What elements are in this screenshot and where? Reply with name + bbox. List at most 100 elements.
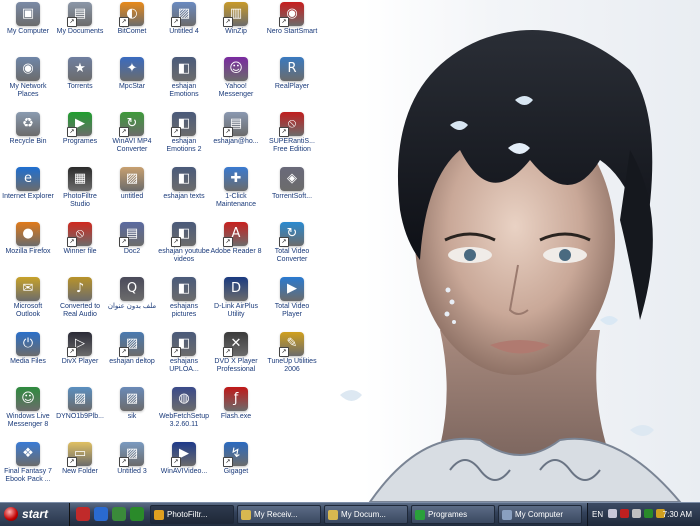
desktop-icon[interactable]: ▤ ↗ My Documents — [54, 2, 106, 36]
icon-glyph: ◧ — [177, 281, 191, 296]
excel-icon[interactable] — [130, 507, 144, 521]
desktop-icon[interactable]: ☺ Windows Live Messenger 8 — [2, 387, 54, 429]
maintenance-icon: ✚ — [224, 167, 248, 191]
shortcut-arrow-icon: ↗ — [67, 457, 77, 467]
desktop-icon-label: SUPERantiS... Free Edition — [269, 138, 315, 153]
messenger-tray-icon[interactable] — [644, 509, 653, 518]
taskbar-button[interactable]: My Computer — [498, 505, 582, 524]
desktop-icon[interactable]: ▤ ↗ Doc2 — [106, 222, 158, 256]
clock[interactable]: 7:30 AM — [663, 503, 692, 526]
language-indicator[interactable]: EN — [592, 503, 603, 526]
desktop-icon[interactable]: A ↗ Adobe Reader 8 — [210, 222, 262, 256]
shortcut-arrow-icon: ↗ — [119, 17, 129, 27]
desktop-icon[interactable]: ▨ sik — [106, 387, 158, 421]
desktop-icon[interactable]: ▨ ↗ Untitled 4 — [158, 2, 210, 36]
desktop-icon[interactable]: ƒ Flash.exe — [210, 387, 262, 421]
desktop-icon-label: WinAVIVideo... — [160, 468, 208, 475]
desktop-icon[interactable]: ◧ ↗ eshajan youtube videos — [158, 222, 210, 264]
volume-tray-icon[interactable] — [632, 509, 641, 518]
desktop-icon[interactable]: ◉ My Network Places — [2, 57, 54, 99]
desktop-icon[interactable]: ✚ 1-Click Maintenance — [210, 167, 262, 209]
icon-glyph: ▨ — [125, 171, 139, 186]
taskbar-button[interactable]: PhotoFiltr... — [150, 505, 234, 524]
desktop-icon-label: DivX Player — [61, 358, 99, 365]
desktop-icon[interactable]: ▷ ↗ DivX Player — [54, 332, 106, 366]
antivirus-tray-icon[interactable] — [620, 509, 629, 518]
system-tray: EN 7:30 AM — [587, 503, 700, 526]
desktop-icon[interactable]: ● Mozilla Firefox — [2, 222, 54, 256]
taskbar-button[interactable]: My Receiv... — [237, 505, 321, 524]
desktop-icon[interactable]: ◧ eshajan Emotions — [158, 57, 210, 99]
outlook-icon: ✉ — [16, 277, 40, 301]
desktop-icon[interactable]: ★ Torrents — [54, 57, 106, 91]
shortcut-arrow-icon: ↗ — [171, 127, 181, 137]
desktop-icon[interactable]: ✦ MpcStar — [106, 57, 158, 91]
desktop-icon[interactable]: ◉ ↗ Nero StartSmart — [266, 2, 318, 36]
icon-glyph: ▣ — [21, 6, 35, 21]
internet-explorer-icon[interactable] — [94, 507, 108, 521]
desktop-icon[interactable]: ▨ ↗ eshajan deltop — [106, 332, 158, 366]
file-icon: ▤ ↗ — [223, 112, 248, 137]
desktop-icon[interactable]: ⦸ ↗ SUPERantiS... Free Edition — [266, 112, 318, 154]
icon-glyph: ▦ — [73, 171, 87, 186]
desktop-icon[interactable]: ◐ ↗ BitComet — [106, 2, 158, 36]
desktop-icon[interactable]: ◈ TorrentSoft... — [266, 167, 318, 201]
desktop-icon[interactable]: Q ملف بدون عنوان — [106, 277, 158, 311]
desktop-icon[interactable]: ▶ Total Video Player — [266, 277, 318, 319]
desktop-icon[interactable]: ▥ ↗ WinZip — [210, 2, 262, 36]
desktop-icon[interactable]: ▶ ↗ WinAVIVideo... — [158, 442, 210, 476]
desktop-icon[interactable]: ◧ eshajan texts — [158, 167, 210, 201]
shortcut-arrow-icon: ↗ — [279, 237, 289, 247]
desktop-icon[interactable]: D D-Link AirPlus Utility — [210, 277, 262, 319]
folder-icon — [241, 510, 251, 520]
desktop-icon[interactable]: e Internet Explorer — [2, 167, 54, 201]
superantispyware-icon: ⦸ ↗ — [279, 112, 304, 137]
desktop-icon[interactable]: ⦸ ↗ Winner file — [54, 222, 106, 256]
desktop-icon[interactable]: ❖ Final Fantasy 7 Ebook Pack ... — [2, 442, 54, 484]
desktop-icon[interactable]: ✎ ↗ TuneUp Utilities 2006 — [266, 332, 318, 374]
folder-icon — [328, 510, 338, 520]
desktop-icon[interactable]: ▶ ↗ Programes — [54, 112, 106, 146]
desktop-icon-label: TorrentSoft... — [271, 193, 313, 200]
desktop-icon[interactable]: ▣ My Computer — [2, 2, 54, 36]
power-icon: ⏻ — [16, 332, 40, 356]
show-desktop-icon[interactable] — [112, 507, 126, 521]
desktop-icon-label: RealPlayer — [274, 83, 310, 90]
desktop-icon-label: MpcStar — [118, 83, 146, 90]
desktop-icon[interactable]: ◧ ↗ eshajans UPLOA... — [158, 332, 210, 374]
shortcut-arrow-icon: ↗ — [67, 127, 77, 137]
desktop-icon[interactable]: ✉ Microsoft Outlook — [2, 277, 54, 319]
taskbar: start PhotoFiltr... My Receiv... My Docum.… — [0, 502, 700, 526]
desktop[interactable]: ▣ My Computer ◉ My Network Places ♻ Recycle B… — [0, 0, 700, 502]
desktop-icon[interactable]: ☺ Yahoo! Messenger — [210, 57, 262, 99]
shortcut-arrow-icon: ↗ — [67, 237, 77, 247]
desktop-icon[interactable]: ♪ Converted to Real Audio — [54, 277, 106, 319]
desktop-icon[interactable]: ▦ PhotoFiltre Studio — [54, 167, 106, 209]
media-player-icon[interactable] — [76, 507, 90, 521]
desktop-icon[interactable]: ⏻ Media Files — [2, 332, 54, 366]
shortcut-arrow-icon: ↗ — [223, 237, 233, 247]
desktop-icon[interactable]: ◧ ↗ eshajan Emotions 2 — [158, 112, 210, 154]
desktop-icon[interactable]: ↻ ↗ WinAVI MP4 Converter — [106, 112, 158, 154]
desktop-icon[interactable]: ◍ WebFetchSetup 3.2.60.11 — [158, 387, 210, 429]
desktop-icon[interactable]: ▭ ↗ New Folder — [54, 442, 106, 476]
start-button[interactable]: start — [0, 503, 70, 526]
desktop-icon[interactable]: R RealPlayer — [266, 57, 318, 91]
desktop-icon[interactable]: ▨ DYNO1b9Plb... — [54, 387, 106, 421]
taskbar-button-label: Programes — [428, 510, 468, 519]
desktop-icon[interactable]: ♻ Recycle Bin — [2, 112, 54, 146]
desktop-icon[interactable]: ▤ ↗ eshajan@ho... — [210, 112, 262, 146]
video-icon: ◧ — [172, 57, 196, 81]
network-tray-icon[interactable] — [608, 509, 617, 518]
desktop-icon[interactable]: ◧ eshajans pictures — [158, 277, 210, 319]
icon-glyph: ☺ — [229, 61, 243, 76]
desktop-icon[interactable]: ▨ ↗ Untitled 3 — [106, 442, 158, 476]
desktop-icon[interactable]: ↯ ↗ Gigaget — [210, 442, 262, 476]
desktop-icon[interactable]: ↻ ↗ Total Video Converter — [266, 222, 318, 264]
taskbar-button[interactable]: My Docum... — [324, 505, 408, 524]
taskbar-button[interactable]: Programes — [411, 505, 495, 524]
desktop-icon[interactable]: ✕ ↗ DVD X Player Professional — [210, 332, 262, 374]
star-icon: ★ — [68, 57, 92, 81]
desktop-icon[interactable]: ▨ untitled — [106, 167, 158, 201]
nero-icon: ◉ ↗ — [279, 2, 304, 27]
